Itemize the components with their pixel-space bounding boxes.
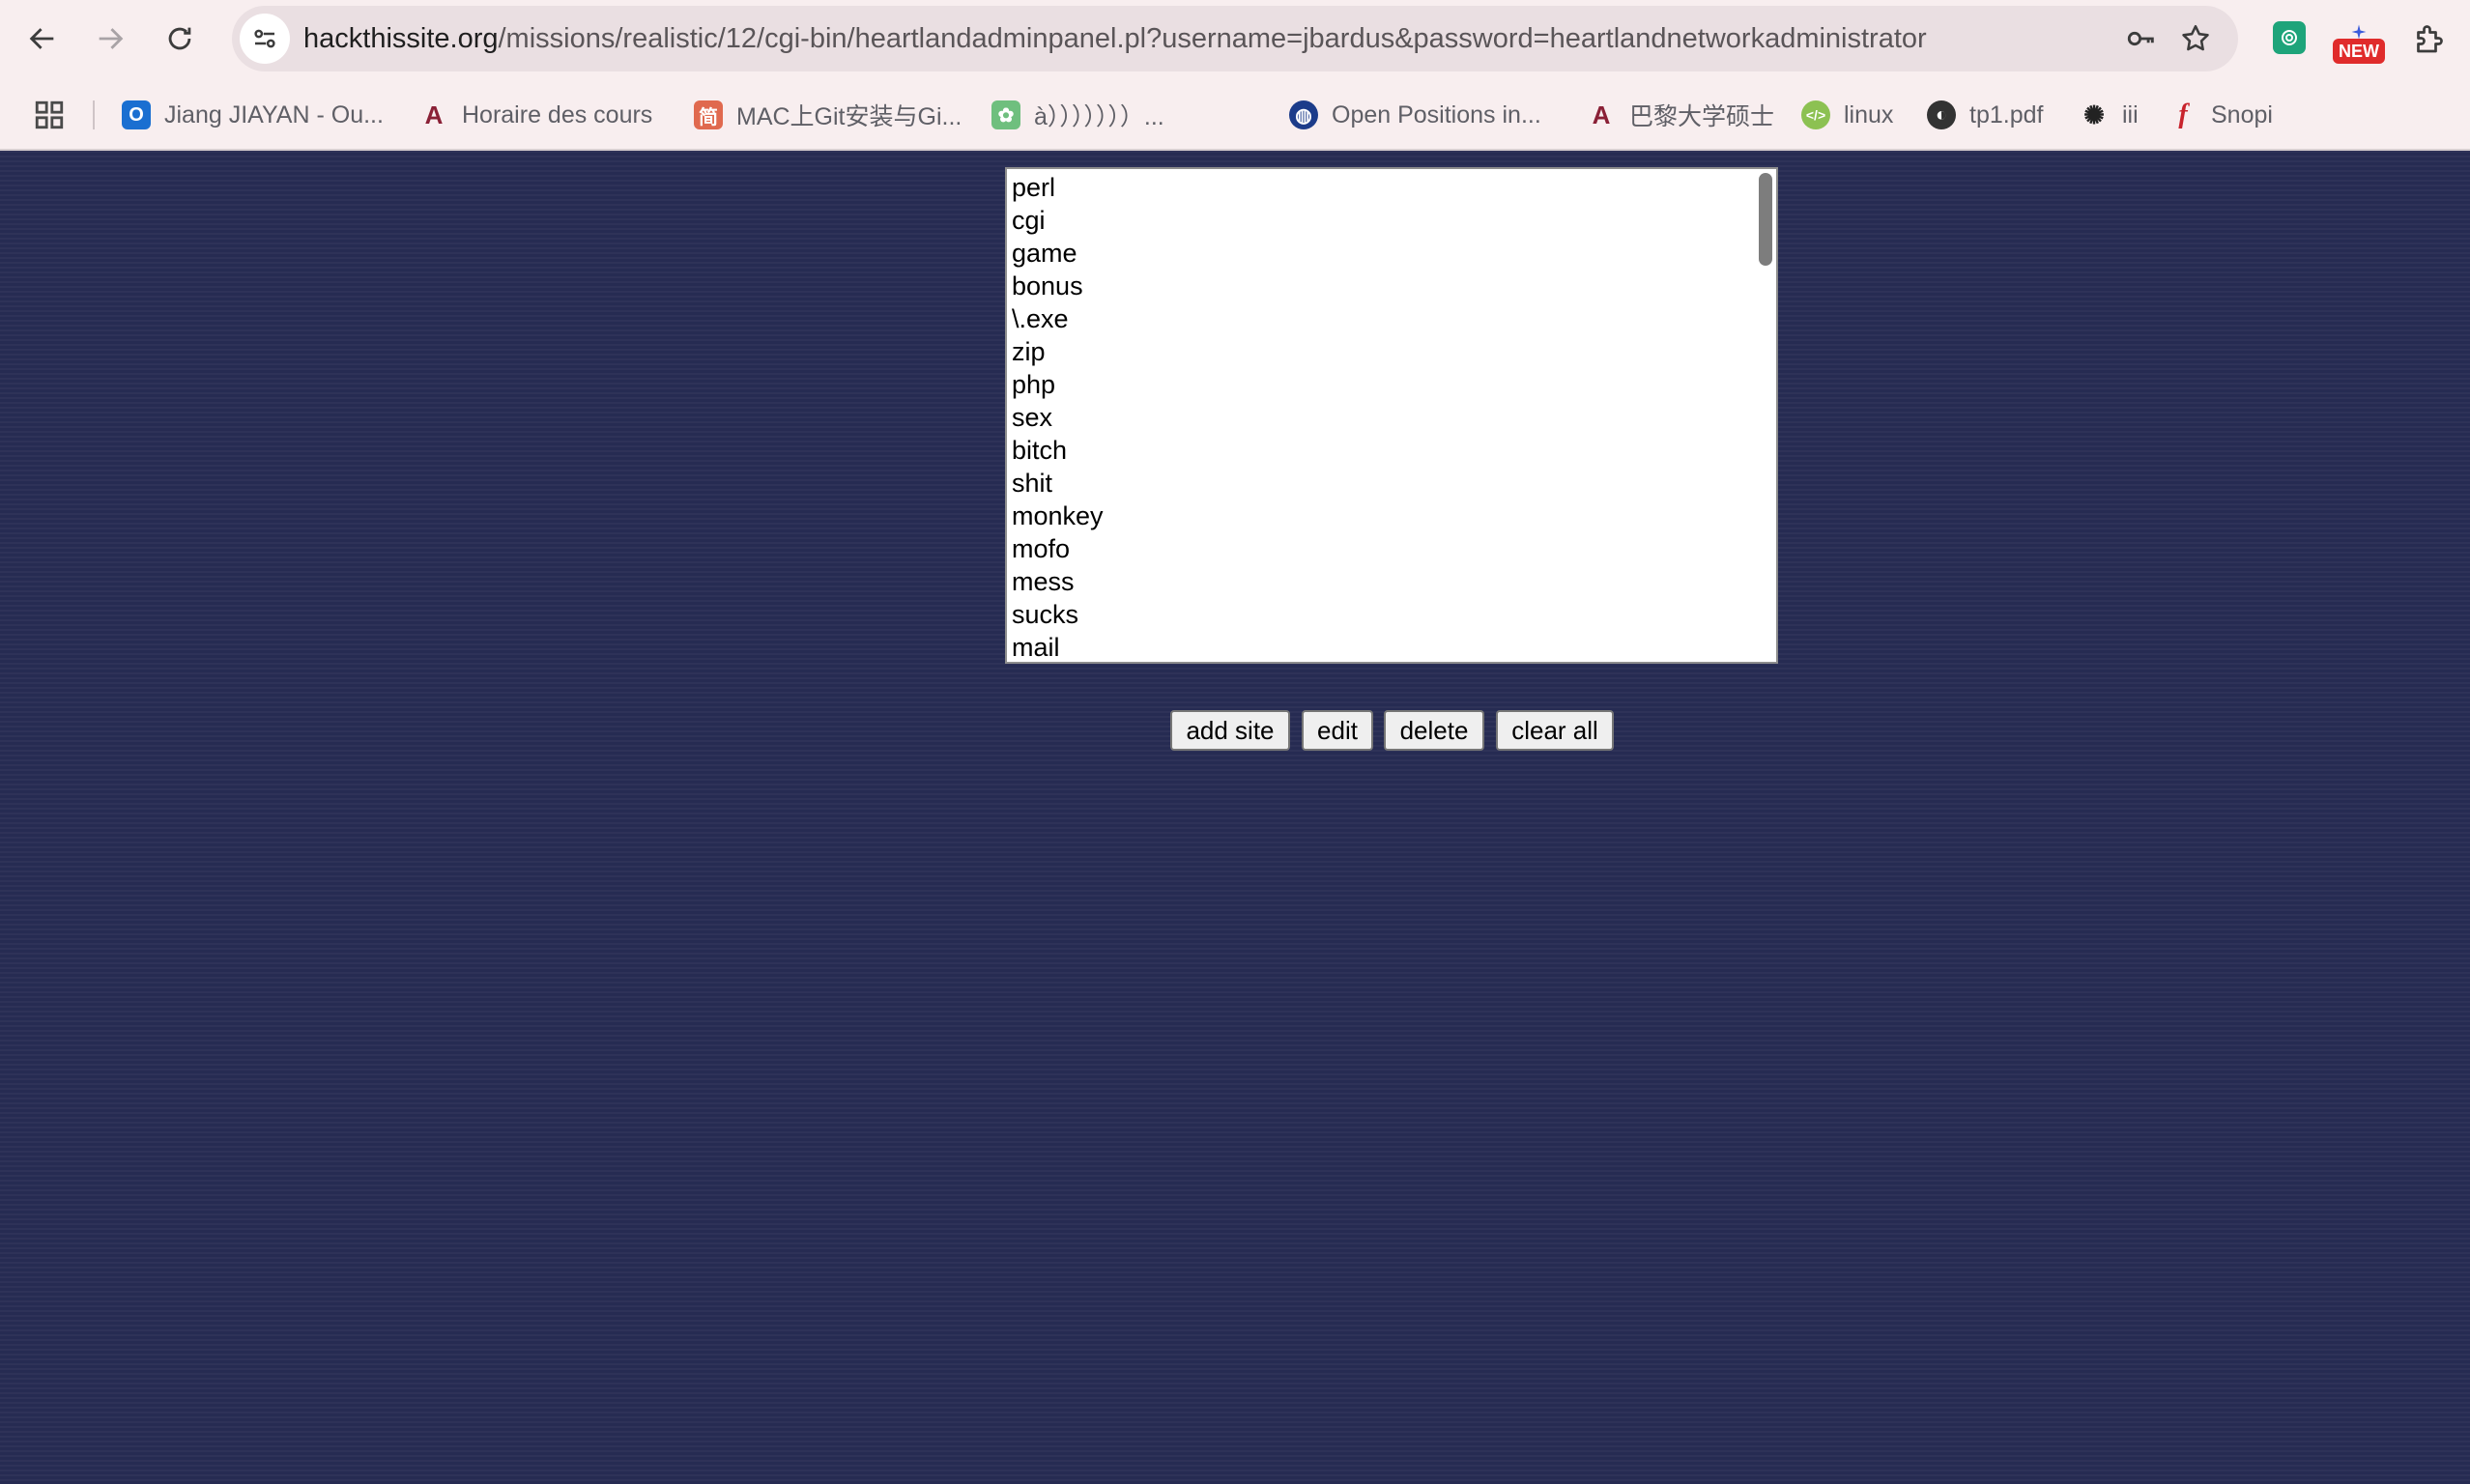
page-content: perl cgi game bonus \.exe zip php sex bitch shit m… bbox=[0, 151, 2470, 1484]
bookmark-label: MAC上Git安装与Gi... bbox=[736, 103, 962, 130]
list-item[interactable]: perl bbox=[1007, 171, 1776, 204]
puzzle-icon bbox=[2417, 25, 2443, 53]
bookmark-tp1-pdf[interactable]: ◐ tp1.pdf bbox=[1927, 89, 2043, 141]
university-logo-icon: A bbox=[424, 100, 444, 129]
new-badge: NEW bbox=[2333, 39, 2385, 64]
new-extension-button[interactable]: NEW bbox=[2333, 23, 2385, 64]
bookmark-paw[interactable]: ✿ à）））））））... bbox=[991, 89, 1164, 141]
bookmark-jiang-jiayan[interactable]: O Jiang JIAYAN - Ou... bbox=[122, 89, 384, 141]
bookmark-snopi[interactable]: f Snopi bbox=[2168, 89, 2273, 141]
list-item[interactable]: cgi bbox=[1007, 204, 1776, 237]
flash-icon: f bbox=[2178, 100, 2188, 129]
list-item[interactable]: game bbox=[1007, 237, 1776, 270]
bookmark-open-positions[interactable]: ◍ Open Positions in... bbox=[1289, 89, 1541, 141]
globe-icon: ◍ bbox=[1289, 100, 1318, 129]
action-buttons: add site edit delete clear all bbox=[0, 710, 2470, 753]
bookmark-label: Snopi bbox=[2211, 100, 2273, 128]
url-path: /missions/realistic/12/cgi-bin/heartland… bbox=[498, 23, 1927, 54]
apps-button[interactable] bbox=[33, 99, 66, 131]
bookmark-label: à）））））））... bbox=[1034, 103, 1164, 130]
bookmark-linux[interactable]: </> linux bbox=[1801, 89, 1893, 141]
bookmark-label: Open Positions in... bbox=[1332, 100, 1541, 128]
list-item[interactable]: monkey bbox=[1007, 499, 1776, 532]
url-host: hackthissite.org bbox=[303, 23, 499, 54]
list-item[interactable]: bitch bbox=[1007, 434, 1776, 467]
sites-listbox[interactable]: perl cgi game bonus \.exe zip php sex bitch shit m… bbox=[1005, 167, 1778, 664]
edit-button[interactable]: edit bbox=[1302, 710, 1373, 751]
list-item[interactable]: mofo bbox=[1007, 532, 1776, 565]
star-icon bbox=[2182, 24, 2209, 51]
browser-chrome: hackthissite.org/missions/realistic/12/c… bbox=[0, 0, 2470, 151]
outlook-icon: O bbox=[122, 100, 151, 129]
grid-icon bbox=[35, 100, 64, 129]
password-key-button[interactable] bbox=[2122, 19, 2161, 58]
university-logo-icon: A bbox=[1592, 100, 1611, 129]
url-text: hackthissite.org/missions/realistic/12/c… bbox=[303, 6, 1927, 71]
arrow-right-icon bbox=[99, 28, 124, 49]
bookmark-label: Horaire des cours bbox=[462, 100, 653, 128]
clear-all-button[interactable]: clear all bbox=[1496, 710, 1614, 751]
add-site-button[interactable]: add site bbox=[1170, 710, 1290, 751]
reload-icon bbox=[168, 27, 191, 50]
list-item[interactable]: sex bbox=[1007, 401, 1776, 434]
bookmark-label: iii bbox=[2122, 100, 2139, 128]
key-icon bbox=[2127, 31, 2154, 46]
bookmarks-separator bbox=[93, 100, 95, 129]
address-bar[interactable]: hackthissite.org/missions/realistic/12/c… bbox=[232, 6, 2238, 71]
forward-button[interactable] bbox=[85, 14, 135, 64]
bookmark-label: Jiang JIAYAN - Ou... bbox=[164, 100, 384, 128]
extensions-button[interactable] bbox=[2406, 17, 2451, 62]
delete-button[interactable]: delete bbox=[1384, 710, 1484, 751]
listbox-scrollbar[interactable] bbox=[1759, 173, 1772, 266]
arrow-left-icon bbox=[29, 28, 54, 49]
openai-icon bbox=[2282, 30, 2297, 45]
bookmark-label: 巴黎大学硕士 bbox=[1629, 103, 1775, 130]
bookmark-iii[interactable]: ✺ iii bbox=[2080, 89, 2139, 141]
list-item[interactable]: mess bbox=[1007, 565, 1776, 598]
reload-button[interactable] bbox=[155, 14, 205, 64]
bookmark-paris-master[interactable]: A 巴黎大学硕士 bbox=[1587, 89, 1774, 141]
list-item[interactable]: \.exe bbox=[1007, 302, 1776, 335]
list-item[interactable]: shit bbox=[1007, 467, 1776, 499]
site-settings-button[interactable] bbox=[240, 14, 290, 64]
openai-icon: ✺ bbox=[2083, 100, 2105, 129]
list-item[interactable]: mail bbox=[1007, 631, 1776, 662]
list-item[interactable]: zip bbox=[1007, 335, 1776, 368]
code-icon: </> bbox=[1801, 100, 1830, 129]
bookmark-horaire-des-cours[interactable]: A Horaire des cours bbox=[419, 89, 653, 141]
bookmark-star-button[interactable] bbox=[2176, 19, 2215, 58]
bookmark-mac-git[interactable]: 简 MAC上Git安装与Gi... bbox=[694, 89, 962, 141]
list-item[interactable]: sucks bbox=[1007, 598, 1776, 631]
paw-icon: ✿ bbox=[991, 100, 1020, 129]
tune-icon bbox=[254, 29, 275, 48]
jianshu-icon: 简 bbox=[694, 100, 723, 129]
bookmark-label: linux bbox=[1844, 100, 1894, 128]
world-icon: ◐ bbox=[1927, 100, 1956, 129]
bookmark-label: tp1.pdf bbox=[1969, 100, 2044, 128]
list-item[interactable]: php bbox=[1007, 368, 1776, 401]
back-button[interactable] bbox=[17, 14, 68, 64]
chatgpt-extension-button[interactable] bbox=[2273, 21, 2306, 54]
bookmarks-bar: O Jiang JIAYAN - Ou... A Horaire des cou… bbox=[0, 89, 2470, 141]
list-item[interactable]: bonus bbox=[1007, 270, 1776, 302]
